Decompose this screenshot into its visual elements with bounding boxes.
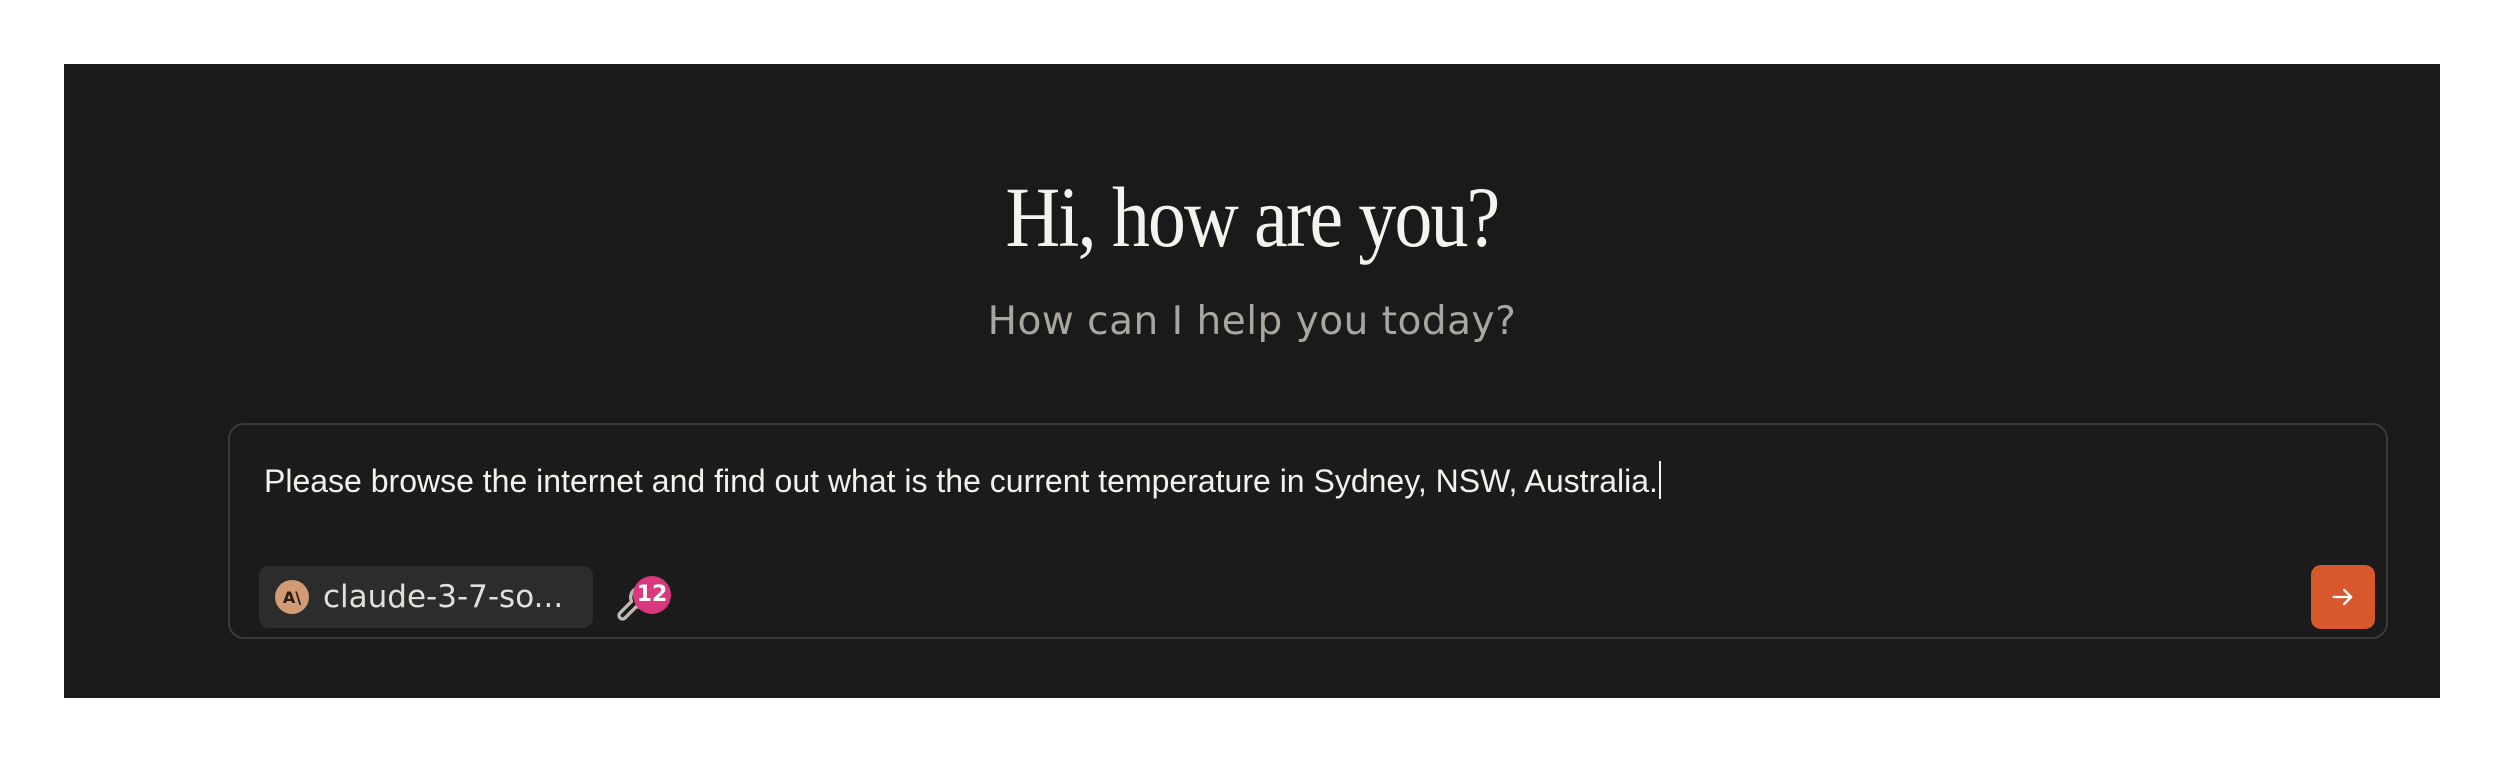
anthropic-icon: A\ bbox=[275, 580, 309, 614]
message-input[interactable]: Please browse the internet and find out … bbox=[264, 461, 1661, 500]
send-button[interactable] bbox=[2311, 565, 2375, 629]
greeting-title: Hi, how are you? bbox=[1005, 169, 1500, 265]
tools-button[interactable]: 12 bbox=[614, 576, 676, 630]
text-cursor bbox=[1658, 461, 1661, 499]
model-selector[interactable]: A\ claude-3-7-so... bbox=[259, 566, 593, 628]
arrow-right-icon bbox=[2332, 588, 2353, 606]
message-composer[interactable]: Please browse the internet and find out … bbox=[228, 423, 2388, 639]
tools-count-badge: 12 bbox=[633, 576, 671, 614]
greeting-subtitle: How can I help you today? bbox=[987, 299, 1517, 344]
message-text: Please browse the internet and find out … bbox=[264, 463, 1658, 499]
chat-panel: Hi, how are you? How can I help you toda… bbox=[64, 64, 2440, 698]
model-label: claude-3-7-so... bbox=[323, 578, 564, 615]
